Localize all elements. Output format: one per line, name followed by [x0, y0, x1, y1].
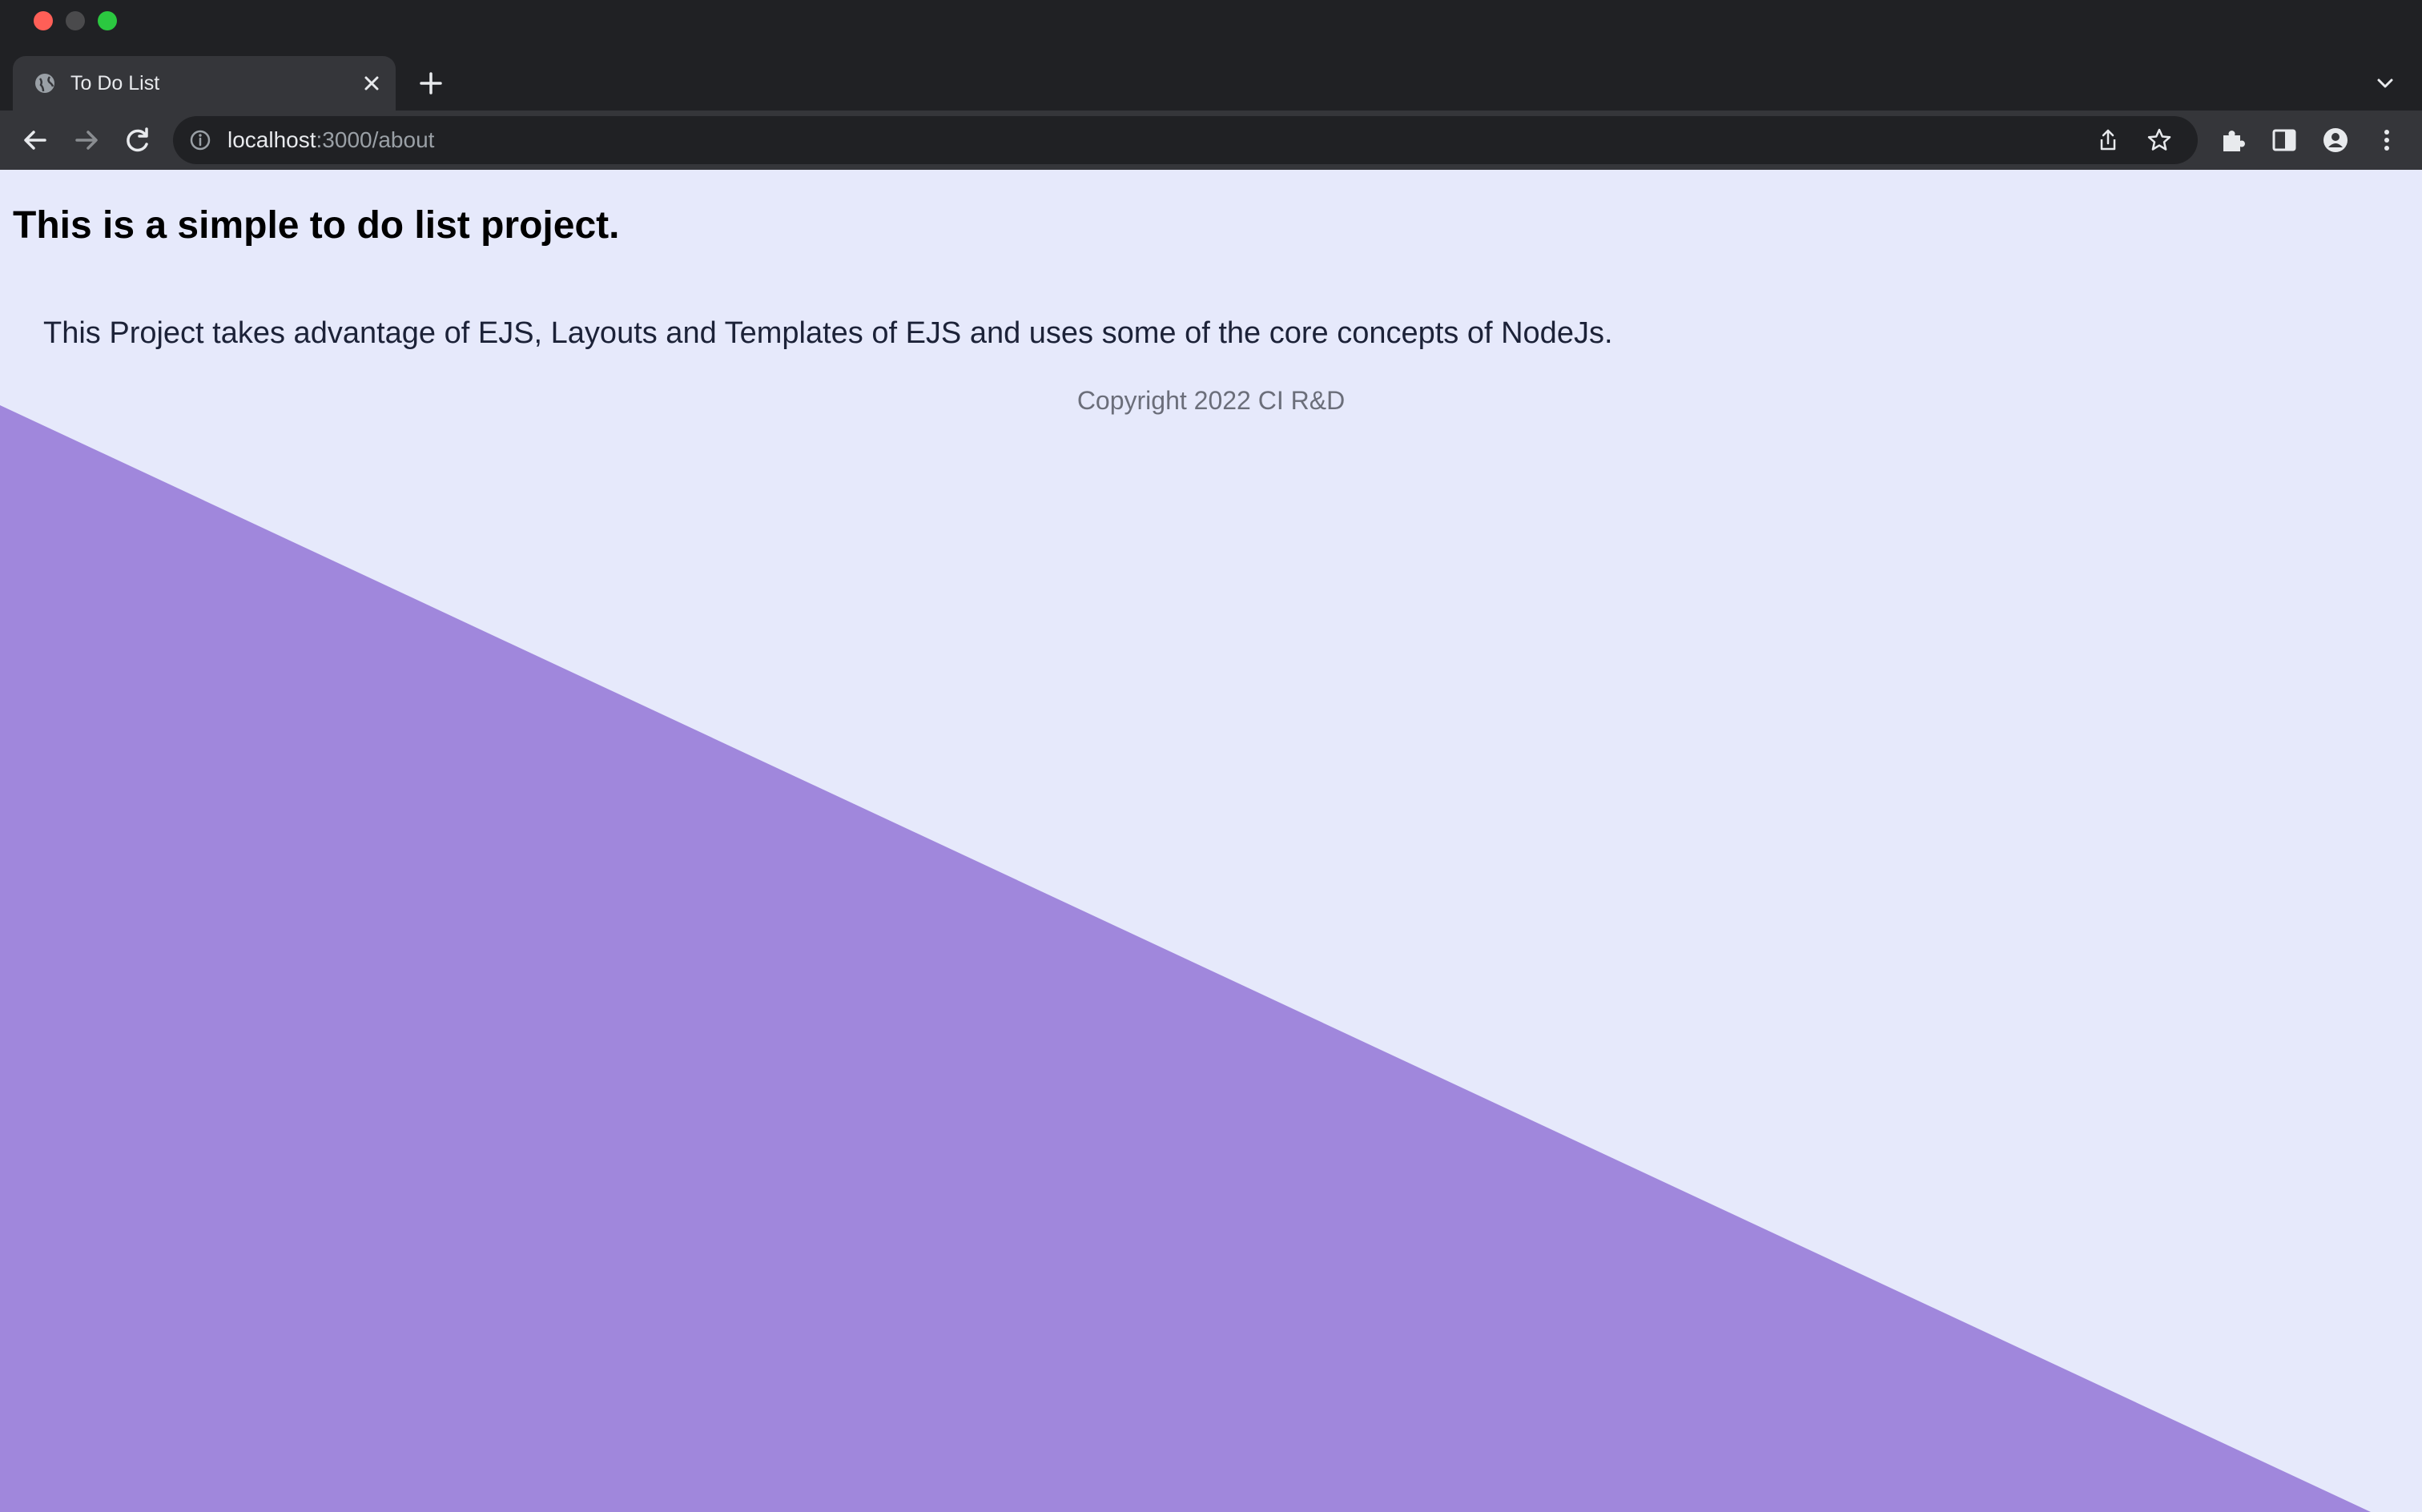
browser-toolbar: localhost:3000/about — [0, 111, 2422, 170]
url-path: :3000/about — [316, 127, 435, 152]
side-panel-icon[interactable] — [2268, 124, 2300, 156]
page-footer: Copyright 2022 CI R&D — [1076, 386, 1346, 415]
bookmark-star-icon[interactable] — [2146, 127, 2172, 153]
page-description: This Project takes advantage of EJS, Lay… — [43, 316, 1613, 350]
window-titlebar — [0, 0, 2422, 43]
extensions-icon[interactable] — [2217, 124, 2249, 156]
share-icon[interactable] — [2095, 127, 2121, 153]
info-icon[interactable] — [189, 129, 211, 151]
browser-window: To Do List localhost:3000/about This is … — [0, 0, 2422, 1512]
tab-to-do-list[interactable]: To Do List — [13, 56, 396, 111]
profile-icon[interactable] — [2319, 124, 2352, 156]
close-window-button[interactable] — [34, 11, 53, 30]
address-bar[interactable]: localhost:3000/about — [173, 116, 2198, 164]
back-icon[interactable] — [19, 124, 51, 156]
tab-strip: To Do List — [0, 43, 2422, 111]
tab-search-chevron-icon[interactable] — [2372, 70, 2398, 96]
new-tab-icon[interactable] — [416, 69, 445, 98]
url-host: localhost — [227, 127, 316, 152]
close-tab-icon[interactable] — [360, 72, 383, 94]
zoom-window-button[interactable] — [98, 11, 117, 30]
menu-icon[interactable] — [2371, 124, 2403, 156]
page-viewport: This is a simple to do list project. Thi… — [0, 170, 2422, 1512]
decorative-diagonal-shape — [0, 405, 2371, 1512]
minimize-window-button[interactable] — [66, 11, 85, 30]
page-heading: This is a simple to do list project. — [13, 204, 620, 247]
tab-title: To Do List — [70, 72, 160, 94]
reload-icon[interactable] — [122, 124, 154, 156]
globe-icon — [35, 74, 54, 93]
url-text[interactable]: localhost:3000/about — [227, 127, 434, 154]
forward-icon[interactable] — [70, 124, 103, 156]
